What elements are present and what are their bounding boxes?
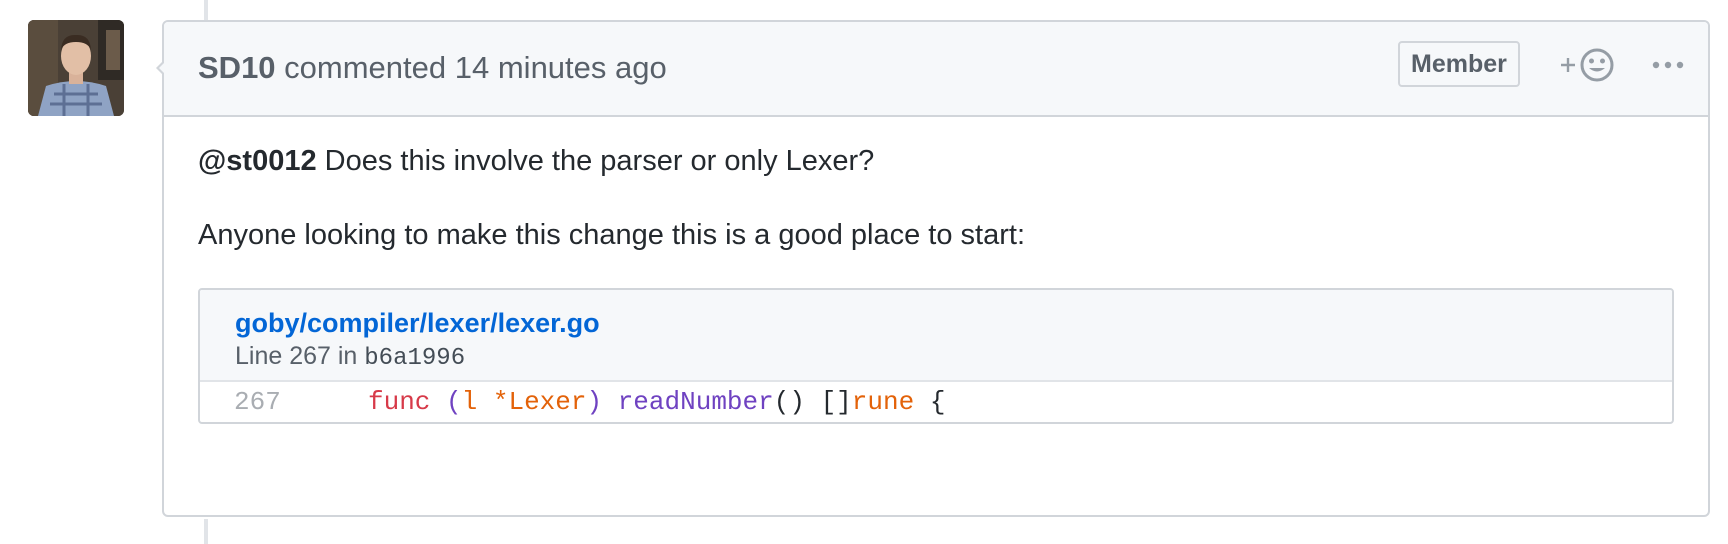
comment-action: commented xyxy=(284,50,447,85)
more-options-button[interactable] xyxy=(1652,53,1684,77)
kebab-horizontal-icon xyxy=(1652,61,1684,69)
code-embed-header: goby/compiler/lexer/lexer.go Line 267 in… xyxy=(200,290,1672,382)
code-token-type: *Lexer xyxy=(492,387,587,417)
code-token-receiver: l xyxy=(461,387,478,417)
code-token-open-paren: ( xyxy=(446,387,462,417)
code-token-method: readNumber xyxy=(617,387,774,417)
commit-sha: b6a1996 xyxy=(364,345,466,372)
code-token-call-parens: () xyxy=(773,387,805,417)
code-row: 267 func (l *Lexer) readNumber() []rune … xyxy=(200,382,1672,422)
code-token-rune: rune xyxy=(851,387,915,417)
question-text: Does this involve the parser or only Lex… xyxy=(324,145,875,177)
code-token-close-paren: ) xyxy=(586,387,603,417)
code-token-brace: { xyxy=(929,387,946,417)
smiley-icon xyxy=(1580,48,1614,82)
line-info: Line 267 in b6a1996 xyxy=(235,342,465,372)
author-link[interactable]: SD10 xyxy=(198,50,276,85)
add-reaction-button[interactable] xyxy=(1558,45,1618,85)
comment-body: @st0012 Does this involve the parser or … xyxy=(198,141,1676,424)
avatar[interactable] xyxy=(28,20,124,116)
comment-timestamp[interactable]: 14 minutes ago xyxy=(455,50,667,85)
code-permalink-embed: goby/compiler/lexer/lexer.go Line 267 in… xyxy=(198,288,1674,424)
code-token-func: func xyxy=(368,387,431,417)
comment-header-text: SD10 commented 14 minutes ago xyxy=(198,50,667,86)
comment-box: SD10 commented 14 minutes ago Member @st… xyxy=(156,20,1710,517)
comment-paragraph-1: @st0012 Does this involve the parser or … xyxy=(198,141,1676,181)
code-token-slice: [] xyxy=(820,387,852,417)
timeline-line-bottom xyxy=(204,519,208,544)
member-badge: Member xyxy=(1398,41,1520,87)
code-line: func (l *Lexer) readNumber() []rune { xyxy=(368,387,945,417)
line-number[interactable]: 267 xyxy=(234,387,281,417)
file-path-link[interactable]: goby/compiler/lexer/lexer.go xyxy=(235,308,600,339)
avatar-photo-icon xyxy=(28,20,124,116)
plus-icon xyxy=(1561,58,1575,72)
comment-header: SD10 commented 14 minutes ago Member xyxy=(164,22,1708,117)
comment-paragraph-2: Anyone looking to make this change this … xyxy=(198,219,1025,251)
user-mention[interactable]: @st0012 xyxy=(198,145,317,177)
timeline-line-top xyxy=(204,0,208,20)
line-info-prefix: Line 267 in xyxy=(235,342,358,370)
